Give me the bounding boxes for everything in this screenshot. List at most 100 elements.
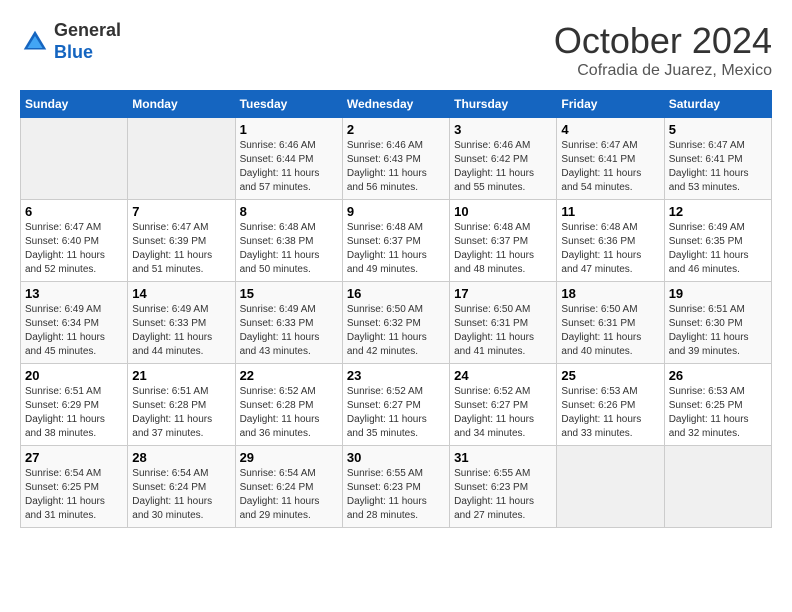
calendar-cell: 7Sunrise: 6:47 AM Sunset: 6:39 PM Daylig… <box>128 200 235 282</box>
day-number: 27 <box>25 450 123 465</box>
day-number: 16 <box>347 286 445 301</box>
weekday-header-monday: Monday <box>128 91 235 118</box>
calendar-cell: 18Sunrise: 6:50 AM Sunset: 6:31 PM Dayli… <box>557 282 664 364</box>
calendar-week-5: 27 Sunrise: 6:54 AM Sunset: 6:25 PM Dayli… <box>21 446 772 528</box>
cell-daylight-info: Sunrise: 6:48 AM Sunset: 6:38 PM Dayligh… <box>240 221 338 277</box>
cell-daylight-info: Sunrise: 6:47 AM Sunset: 6:39 PM Dayligh… <box>132 221 230 277</box>
calendar-cell: 9Sunrise: 6:48 AM Sunset: 6:37 PM Daylig… <box>342 200 449 282</box>
day-number: 3 <box>454 122 552 137</box>
day-number: 11 <box>561 204 659 219</box>
day-number: 29 <box>240 450 338 465</box>
day-number: 13 <box>25 286 123 301</box>
cell-daylight-info: Sunrise: 6:54 AM Sunset: 6:25 PM Dayligh… <box>25 467 123 523</box>
calendar-cell: 23 Sunrise: 6:52 AM Sunset: 6:27 PM Dayli… <box>342 364 449 446</box>
day-number: 5 <box>669 122 767 137</box>
calendar-cell: 20 Sunrise: 6:51 AM Sunset: 6:29 PM Dayli… <box>21 364 128 446</box>
cell-daylight-info: Sunrise: 6:48 AM Sunset: 6:37 PM Dayligh… <box>347 221 445 277</box>
calendar-cell: 27 Sunrise: 6:54 AM Sunset: 6:25 PM Dayli… <box>21 446 128 528</box>
weekday-header-tuesday: Tuesday <box>235 91 342 118</box>
calendar-cell: 25 Sunrise: 6:53 AM Sunset: 6:26 PM Dayli… <box>557 364 664 446</box>
logo: General Blue <box>20 20 121 63</box>
cell-daylight-info: Sunrise: 6:55 AM Sunset: 6:23 PM Dayligh… <box>454 467 552 523</box>
cell-daylight-info: Sunrise: 6:48 AM Sunset: 6:36 PM Dayligh… <box>561 221 659 277</box>
day-number: 26 <box>669 368 767 383</box>
cell-daylight-info: Sunrise: 6:51 AM Sunset: 6:30 PM Dayligh… <box>669 303 767 359</box>
calendar-cell: 3 Sunrise: 6:46 AM Sunset: 6:42 PM Daylig… <box>450 118 557 200</box>
calendar-cell: 28 Sunrise: 6:54 AM Sunset: 6:24 PM Dayli… <box>128 446 235 528</box>
cell-daylight-info: Sunrise: 6:50 AM Sunset: 6:32 PM Dayligh… <box>347 303 445 359</box>
day-number: 8 <box>240 204 338 219</box>
day-number: 20 <box>25 368 123 383</box>
cell-daylight-info: Sunrise: 6:46 AM Sunset: 6:42 PM Dayligh… <box>454 139 552 195</box>
cell-daylight-info: Sunrise: 6:51 AM Sunset: 6:28 PM Dayligh… <box>132 385 230 441</box>
calendar-cell: 6 Sunrise: 6:47 AM Sunset: 6:40 PM Daylig… <box>21 200 128 282</box>
cell-daylight-info: Sunrise: 6:53 AM Sunset: 6:26 PM Dayligh… <box>561 385 659 441</box>
cell-daylight-info: Sunrise: 6:52 AM Sunset: 6:27 PM Dayligh… <box>347 385 445 441</box>
calendar-cell: 17 Sunrise: 6:50 AM Sunset: 6:31 PM Dayli… <box>450 282 557 364</box>
calendar-cell: 1 Sunrise: 6:46 AM Sunset: 6:44 PM Daylig… <box>235 118 342 200</box>
day-number: 31 <box>454 450 552 465</box>
page-header: General Blue October 2024 Cofradia de Ju… <box>20 20 772 80</box>
day-number: 14 <box>132 286 230 301</box>
day-number: 17 <box>454 286 552 301</box>
weekday-header-thursday: Thursday <box>450 91 557 118</box>
day-number: 1 <box>240 122 338 137</box>
calendar-cell: 11 Sunrise: 6:48 AM Sunset: 6:36 PM Dayli… <box>557 200 664 282</box>
logo-blue: Blue <box>54 42 93 62</box>
day-number: 4 <box>561 122 659 137</box>
day-number: 19 <box>669 286 767 301</box>
calendar-week-3: 13 Sunrise: 6:49 AM Sunset: 6:34 PM Dayli… <box>21 282 772 364</box>
cell-daylight-info: Sunrise: 6:55 AM Sunset: 6:23 PM Dayligh… <box>347 467 445 523</box>
calendar-cell: 2 Sunrise: 6:46 AM Sunset: 6:43 PM Daylig… <box>342 118 449 200</box>
logo-icon <box>20 27 50 57</box>
calendar-cell: 21 Sunrise: 6:51 AM Sunset: 6:28 PM Dayli… <box>128 364 235 446</box>
logo-general: General <box>54 20 121 40</box>
day-number: 10 <box>454 204 552 219</box>
cell-daylight-info: Sunrise: 6:51 AM Sunset: 6:29 PM Dayligh… <box>25 385 123 441</box>
logo-text: General Blue <box>54 20 121 63</box>
cell-daylight-info: Sunrise: 6:54 AM Sunset: 6:24 PM Dayligh… <box>240 467 338 523</box>
calendar-cell: 22Sunrise: 6:52 AM Sunset: 6:28 PM Dayli… <box>235 364 342 446</box>
cell-daylight-info: Sunrise: 6:47 AM Sunset: 6:41 PM Dayligh… <box>561 139 659 195</box>
calendar-week-2: 6 Sunrise: 6:47 AM Sunset: 6:40 PM Daylig… <box>21 200 772 282</box>
cell-daylight-info: Sunrise: 6:49 AM Sunset: 6:35 PM Dayligh… <box>669 221 767 277</box>
cell-daylight-info: Sunrise: 6:49 AM Sunset: 6:34 PM Dayligh… <box>25 303 123 359</box>
calendar-cell: 12Sunrise: 6:49 AM Sunset: 6:35 PM Dayli… <box>664 200 771 282</box>
calendar-cell: 8 Sunrise: 6:48 AM Sunset: 6:38 PM Daylig… <box>235 200 342 282</box>
cell-daylight-info: Sunrise: 6:54 AM Sunset: 6:24 PM Dayligh… <box>132 467 230 523</box>
calendar-cell: 4 Sunrise: 6:47 AM Sunset: 6:41 PM Daylig… <box>557 118 664 200</box>
cell-daylight-info: Sunrise: 6:46 AM Sunset: 6:43 PM Dayligh… <box>347 139 445 195</box>
calendar-cell: 16 Sunrise: 6:50 AM Sunset: 6:32 PM Dayli… <box>342 282 449 364</box>
weekday-header-saturday: Saturday <box>664 91 771 118</box>
calendar-cell: 24 Sunrise: 6:52 AM Sunset: 6:27 PM Dayli… <box>450 364 557 446</box>
day-number: 2 <box>347 122 445 137</box>
calendar-week-4: 20 Sunrise: 6:51 AM Sunset: 6:29 PM Dayli… <box>21 364 772 446</box>
day-number: 28 <box>132 450 230 465</box>
day-number: 25 <box>561 368 659 383</box>
calendar-cell: 31 Sunrise: 6:55 AM Sunset: 6:23 PM Dayli… <box>450 446 557 528</box>
weekday-header-sunday: Sunday <box>21 91 128 118</box>
cell-daylight-info: Sunrise: 6:52 AM Sunset: 6:27 PM Dayligh… <box>454 385 552 441</box>
day-number: 23 <box>347 368 445 383</box>
cell-daylight-info: Sunrise: 6:47 AM Sunset: 6:40 PM Dayligh… <box>25 221 123 277</box>
cell-daylight-info: Sunrise: 6:50 AM Sunset: 6:31 PM Dayligh… <box>454 303 552 359</box>
cell-daylight-info: Sunrise: 6:46 AM Sunset: 6:44 PM Dayligh… <box>240 139 338 195</box>
weekday-header-wednesday: Wednesday <box>342 91 449 118</box>
day-number: 15 <box>240 286 338 301</box>
calendar-cell: 13 Sunrise: 6:49 AM Sunset: 6:34 PM Dayli… <box>21 282 128 364</box>
month-year: October 2024 <box>554 20 772 62</box>
day-number: 21 <box>132 368 230 383</box>
calendar-cell: 29 Sunrise: 6:54 AM Sunset: 6:24 PM Dayli… <box>235 446 342 528</box>
day-number: 6 <box>25 204 123 219</box>
day-number: 24 <box>454 368 552 383</box>
calendar-cell: 10 Sunrise: 6:48 AM Sunset: 6:37 PM Dayli… <box>450 200 557 282</box>
day-number: 30 <box>347 450 445 465</box>
calendar-cell: 14 Sunrise: 6:49 AM Sunset: 6:33 PM Dayli… <box>128 282 235 364</box>
cell-daylight-info: Sunrise: 6:48 AM Sunset: 6:37 PM Dayligh… <box>454 221 552 277</box>
cell-daylight-info: Sunrise: 6:49 AM Sunset: 6:33 PM Dayligh… <box>132 303 230 359</box>
calendar-cell: 15Sunrise: 6:49 AM Sunset: 6:33 PM Dayli… <box>235 282 342 364</box>
calendar-cell <box>21 118 128 200</box>
cell-daylight-info: Sunrise: 6:50 AM Sunset: 6:31 PM Dayligh… <box>561 303 659 359</box>
calendar-cell: 19 Sunrise: 6:51 AM Sunset: 6:30 PM Dayli… <box>664 282 771 364</box>
calendar-cell <box>128 118 235 200</box>
